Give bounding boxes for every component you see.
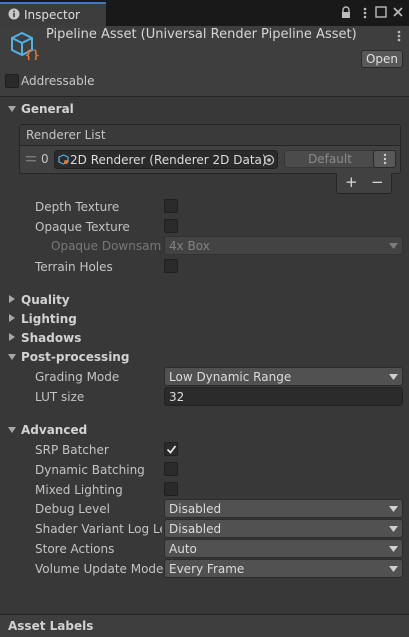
advanced-expanded-arrow-icon[interactable]	[7, 425, 17, 435]
lut-size-label: LUT size	[35, 390, 85, 404]
chevron-down-icon	[389, 566, 398, 572]
chevron-down-icon	[389, 506, 398, 512]
general-foldout[interactable]: General	[21, 102, 74, 116]
store-actions-dropdown[interactable]: Auto	[164, 539, 403, 558]
lut-size-input[interactable]: 32	[164, 387, 403, 406]
shader-variant-log-value: Disabled	[169, 522, 222, 536]
shader-variant-log-dropdown[interactable]: Disabled	[164, 519, 403, 538]
grading-mode-label: Grading Mode	[35, 370, 120, 384]
close-icon[interactable]	[392, 6, 406, 20]
object-picker-icon[interactable]	[263, 154, 275, 166]
shadows-foldout[interactable]: Shadows	[21, 331, 81, 345]
open-button-label: Open	[365, 52, 399, 66]
mixed-lighting-label: Mixed Lighting	[35, 483, 123, 497]
depth-texture-checkbox[interactable]	[164, 199, 178, 213]
volume-update-mode-value: Every Frame	[169, 562, 245, 576]
debug-level-dropdown[interactable]: Disabled	[164, 499, 403, 518]
post-processing-foldout[interactable]: Post-processing	[21, 350, 129, 364]
dynamic-batching-checkbox[interactable]	[164, 462, 178, 476]
volume-update-mode-label: Volume Update Mode	[35, 562, 164, 576]
maximize-icon[interactable]	[375, 6, 389, 20]
opaque-texture-label: Opaque Texture	[35, 220, 130, 234]
opaque-downsampling-label: Opaque Downsampl	[51, 239, 161, 253]
shadows-collapsed-arrow-icon[interactable]	[7, 332, 17, 342]
srp-batcher-checkbox[interactable]	[164, 442, 178, 456]
debug-level-label: Debug Level	[35, 502, 110, 516]
inspector-tab-label: Inspector	[24, 8, 80, 22]
grading-mode-value: Low Dynamic Range	[169, 370, 292, 384]
opaque-downsampling-value: 4x Box	[169, 239, 210, 253]
depth-texture-label: Depth Texture	[35, 200, 120, 214]
general-expanded-arrow-icon[interactable]	[7, 104, 17, 114]
addressable-checkbox[interactable]	[5, 74, 19, 88]
addressable-label: Addressable	[21, 74, 95, 88]
dynamic-batching-label: Dynamic Batching	[35, 463, 145, 477]
renderer-row-menu-icon	[383, 153, 387, 165]
more-options-icon[interactable]	[360, 6, 374, 20]
quality-collapsed-arrow-icon[interactable]	[7, 294, 17, 304]
set-default-button[interactable]: Default	[284, 150, 376, 168]
advanced-foldout[interactable]: Advanced	[21, 423, 87, 437]
asset-title: Pipeline Asset (Universal Render Pipelin…	[46, 27, 357, 42]
chevron-down-icon	[389, 526, 398, 532]
terrain-holes-label: Terrain Holes	[35, 260, 113, 274]
terrain-holes-checkbox[interactable]	[164, 259, 178, 273]
open-button[interactable]: Open	[361, 50, 403, 68]
store-actions-value: Auto	[169, 542, 197, 556]
drag-handle-icon[interactable]	[26, 156, 36, 162]
renderer-object-field[interactable]: 2D Renderer (Renderer 2D Data)	[54, 150, 278, 169]
asset-labels-bar[interactable]: Asset Labels	[0, 614, 409, 637]
checkmark-icon	[166, 444, 177, 455]
renderer-object-value: 2D Renderer (Renderer 2D Data)	[70, 153, 267, 167]
renderer-row-menu-button[interactable]	[373, 150, 396, 168]
mixed-lighting-checkbox[interactable]	[164, 482, 178, 496]
svg-text:{}: {}	[25, 48, 39, 60]
store-actions-label: Store Actions	[35, 542, 115, 556]
grading-mode-dropdown[interactable]: Low Dynamic Range	[164, 367, 403, 386]
lighting-foldout[interactable]: Lighting	[21, 312, 77, 326]
info-icon	[8, 8, 20, 20]
lighting-collapsed-arrow-icon[interactable]	[7, 313, 17, 323]
renderer-index: 0	[41, 152, 49, 166]
opaque-texture-checkbox[interactable]	[164, 219, 178, 233]
add-renderer-button[interactable]: +	[345, 175, 358, 190]
lut-size-value: 32	[169, 390, 185, 404]
lock-icon[interactable]	[340, 6, 354, 20]
opaque-downsampling-dropdown[interactable]: 4x Box	[164, 236, 403, 255]
chevron-down-icon	[389, 243, 398, 249]
chevron-down-icon	[389, 374, 398, 380]
volume-update-mode-dropdown[interactable]: Every Frame	[164, 559, 403, 578]
renderer-data-icon	[58, 154, 69, 165]
pipeline-asset-icon: {}	[9, 30, 39, 60]
debug-level-value: Disabled	[169, 502, 222, 516]
asset-labels-title: Asset Labels	[8, 619, 94, 633]
shader-variant-log-label: Shader Variant Log Lev	[35, 522, 162, 536]
header-more-icon[interactable]	[396, 29, 402, 43]
renderer-list: Renderer List 0 2D Renderer (Renderer 2D…	[19, 124, 401, 174]
post-processing-expanded-arrow-icon[interactable]	[7, 352, 17, 362]
inspector-tab[interactable]: Inspector	[0, 2, 106, 26]
srp-batcher-label: SRP Batcher	[35, 443, 109, 457]
renderer-list-title: Renderer List	[26, 128, 106, 142]
chevron-down-icon	[389, 546, 398, 552]
quality-foldout[interactable]: Quality	[21, 293, 70, 307]
default-label: Default	[308, 152, 352, 166]
remove-renderer-button[interactable]: −	[371, 175, 384, 190]
